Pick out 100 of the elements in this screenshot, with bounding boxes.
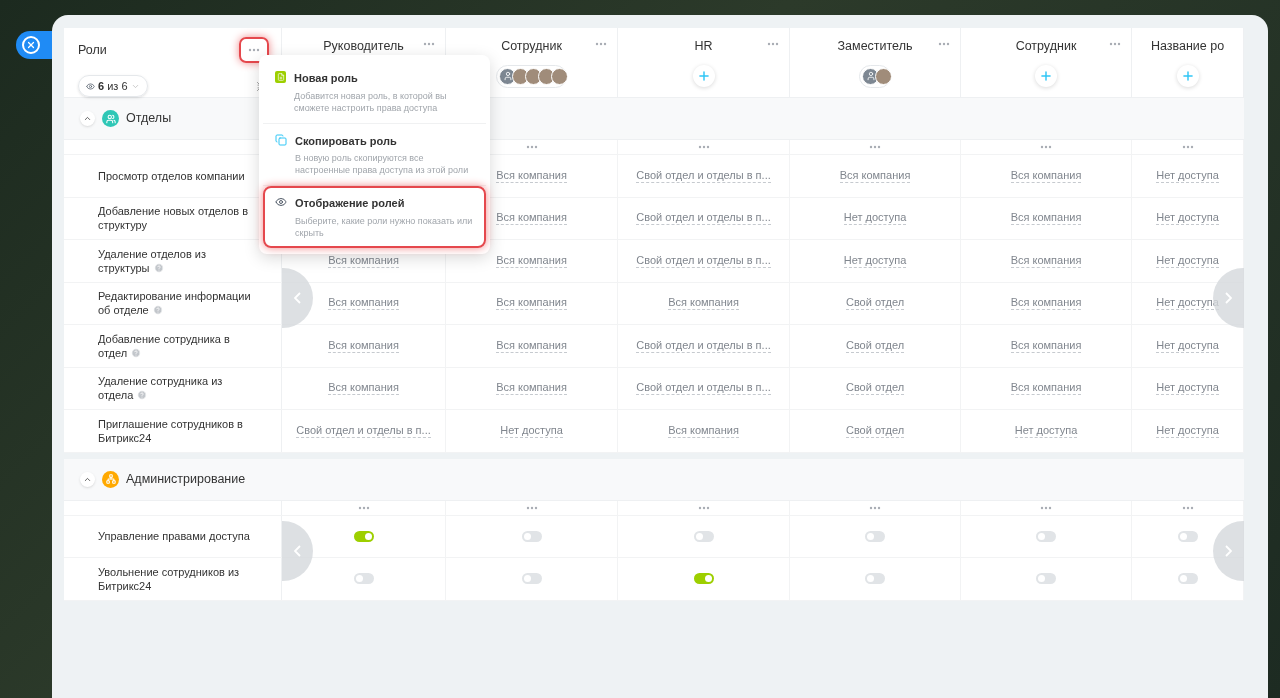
column-title: Сотрудник [501,38,562,55]
permission-label: Редактирование информации об отделе [98,289,251,318]
eye-icon [86,81,95,91]
more-icon[interactable] [697,505,710,510]
access-level-link[interactable]: Вся компания [496,338,567,353]
add-button[interactable] [1035,64,1057,87]
access-level-link[interactable]: Вся компания [496,296,567,311]
toggle-switch[interactable] [865,573,885,585]
more-icon[interactable] [869,145,881,149]
toggle-switch[interactable] [865,530,885,542]
more-icon[interactable] [525,145,538,149]
access-level-link[interactable]: Свой отдел и отделы в п... [636,253,771,268]
access-level-link[interactable]: Вся компания [1010,168,1082,183]
toggle-switch[interactable] [353,573,374,585]
access-level-link[interactable]: Нет доступа [1156,381,1219,396]
access-level-link[interactable]: Вся компания [328,338,399,353]
access-level-link[interactable]: Свой отдел и отделы в п... [296,423,431,438]
collapse-button[interactable] [80,111,95,126]
toggle-switch[interactable] [693,573,714,585]
section-title: Отделы [126,110,172,128]
access-level-link[interactable]: Нет доступа [1156,253,1219,268]
toggle-switch[interactable] [1036,573,1056,585]
chevron-right-icon [1225,292,1232,304]
avatar-group[interactable] [859,64,891,88]
toggle-switch[interactable] [521,573,542,585]
access-level-link[interactable]: Вся компания [668,296,739,311]
permission-label: Увольнение сотрудников из Битрикс24 [98,564,241,593]
access-level-link[interactable]: Вся компания [1010,211,1082,226]
column-title: Заместитель [837,38,913,55]
access-level-link[interactable]: Нет доступа [500,423,563,438]
toggle-switch[interactable] [693,530,714,542]
more-icon[interactable] [1181,505,1194,510]
access-level-link[interactable]: Свой отдел и отделы в п... [636,381,771,396]
more-icon[interactable] [869,505,881,510]
access-level-link[interactable]: Нет доступа [1156,211,1219,226]
more-icon[interactable] [525,505,538,510]
toggle-switch[interactable] [521,530,542,542]
menu-item[interactable]: Новая роль Добавится новая роль, в которой вы сможете настроить права доступа [263,61,486,123]
access-level-link[interactable]: Нет доступа [1156,168,1219,183]
more-icon[interactable] [1181,145,1194,149]
access-level-link[interactable]: Нет доступа [1156,338,1219,353]
menu-item[interactable]: Скопировать роль В новую роль скопируются все настроенные права доступа из этой роли [263,123,486,185]
more-icon[interactable] [1040,145,1052,149]
access-level-link[interactable]: Нет доступа [843,253,907,268]
access-level-link[interactable]: Вся компания [839,168,911,183]
more-icon[interactable] [1040,505,1052,510]
help-icon[interactable] [153,262,164,273]
avatar-group[interactable] [496,64,567,88]
access-level-link[interactable]: Вся компания [328,296,399,311]
permission-label: Добавление новых отделов в структуру [98,204,249,233]
collapse-button[interactable] [80,471,95,487]
copy-icon [275,133,287,146]
access-level-link[interactable]: Свой отдел и отделы в п... [636,168,771,183]
access-level-link[interactable]: Нет доступа [1014,423,1078,438]
access-level-link[interactable]: Вся компания [496,168,567,183]
more-icon[interactable] [938,42,950,46]
toggle-switch[interactable] [353,530,374,542]
column-title: Название ро [1150,38,1225,55]
access-level-link[interactable]: Свой отдел [845,423,905,438]
more-icon[interactable] [357,505,370,510]
scroll-right-button[interactable] [1213,521,1244,581]
add-button[interactable] [1176,64,1199,87]
column-title: HR [694,38,713,55]
access-level-link[interactable]: Свой отдел и отделы в п... [636,211,771,226]
scroll-left-button[interactable] [282,521,313,581]
close-button[interactable] [16,31,52,59]
help-icon[interactable] [131,347,142,358]
access-level-link[interactable]: Свой отдел и отделы в п... [636,338,771,353]
more-icon[interactable] [697,145,710,149]
access-level-link[interactable]: Вся компания [1010,296,1082,311]
more-icon[interactable] [1109,42,1121,46]
toggle-switch[interactable] [1036,530,1056,542]
more-icon[interactable] [423,42,435,46]
access-level-link[interactable]: Нет доступа [843,211,907,226]
access-level-link[interactable]: Вся компания [668,423,739,438]
more-icon[interactable] [595,42,607,46]
access-level-link[interactable]: Вся компания [1010,253,1082,268]
more-icon[interactable] [248,48,260,52]
toggle-switch[interactable] [1177,573,1198,585]
chevron-up-icon [83,114,92,123]
menu-item[interactable]: Отображение ролей Выберите, какие роли нужно показать или скрыть [263,186,486,248]
access-level-link[interactable]: Вся компания [1010,381,1082,396]
access-level-link[interactable]: Вся компания [1010,338,1082,353]
access-level-link[interactable]: Свой отдел [845,381,905,396]
permission-label: Приглашение сотрудников в Битрикс24 [98,416,244,445]
permission-label: Удаление сотрудника из отдела [98,374,224,403]
access-level-link[interactable]: Свой отдел [845,338,905,353]
add-button[interactable] [692,64,715,87]
permission-label: Управление правами доступа [98,529,250,544]
access-level-link[interactable]: Вся компания [496,253,567,268]
help-icon[interactable] [137,390,148,401]
help-icon[interactable] [152,305,163,316]
access-level-link[interactable]: Вся компания [328,381,399,396]
more-icon[interactable] [767,42,779,46]
scroll-left-button[interactable] [282,268,313,328]
access-level-link[interactable]: Нет доступа [1156,423,1219,438]
toggle-switch[interactable] [1177,530,1198,542]
access-level-link[interactable]: Свой отдел [845,296,905,311]
access-level-link[interactable]: Вся компания [496,211,567,226]
access-level-link[interactable]: Вся компания [496,381,567,396]
